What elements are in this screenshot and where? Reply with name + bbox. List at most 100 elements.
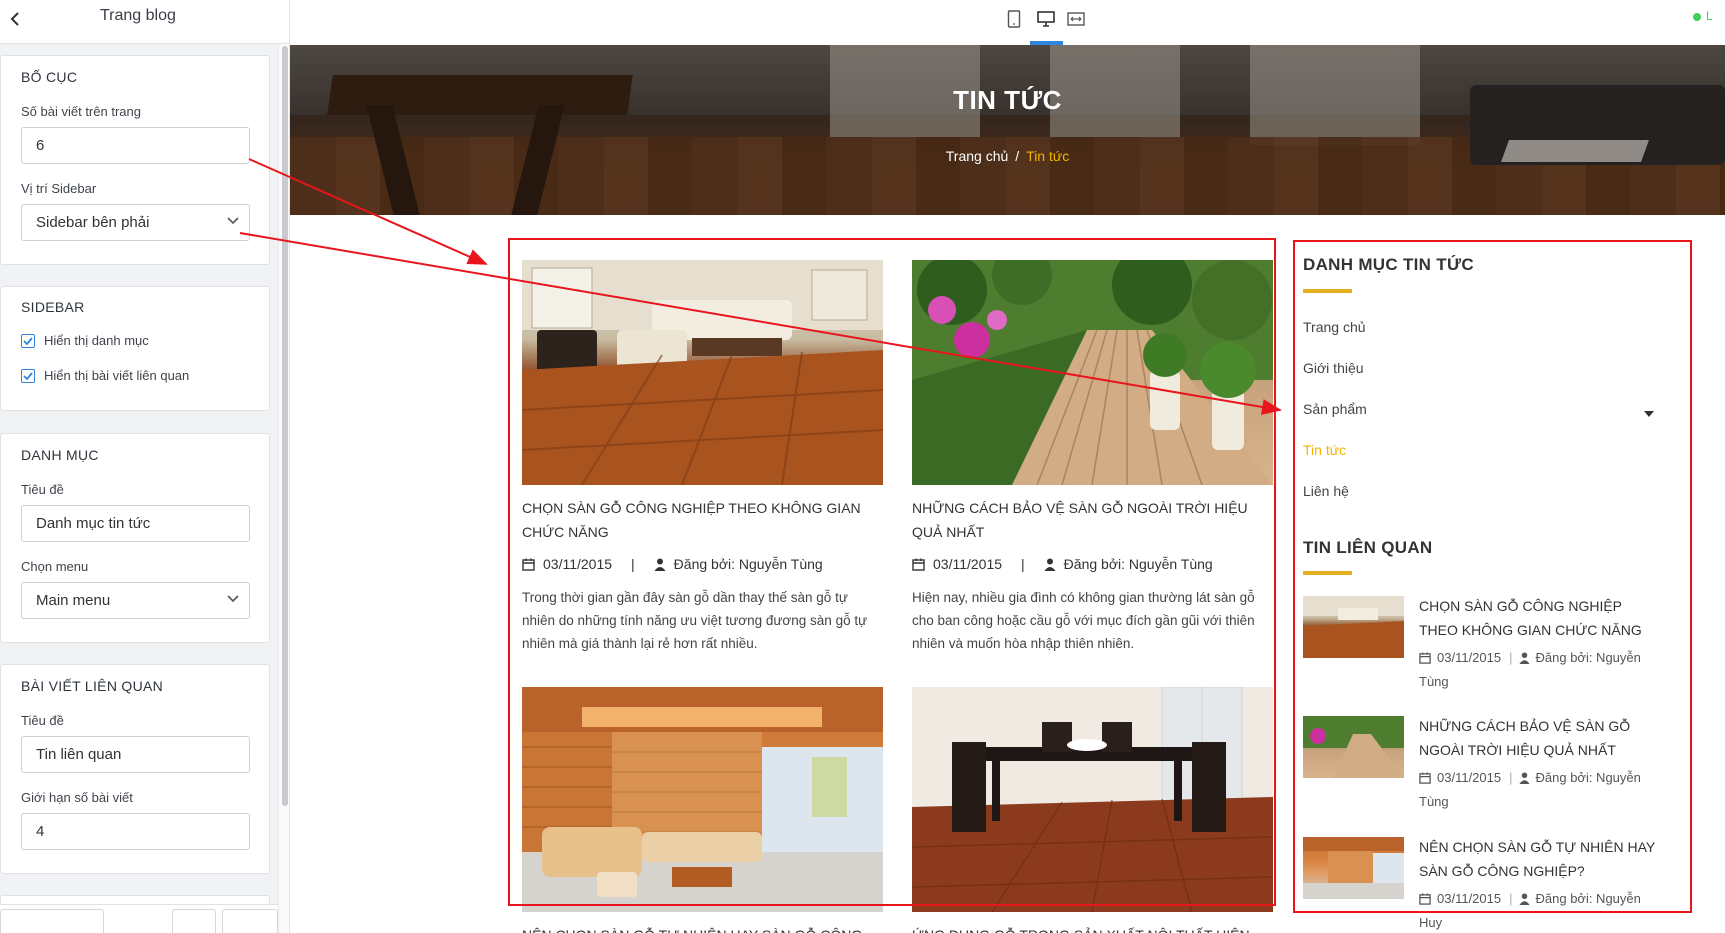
post-title-link[interactable]: NÊN CHỌN SÀN GỖ TỰ NHIÊN HAY SÀN GỖ CÔNG <box>522 923 883 933</box>
related-post-thumbnail[interactable] <box>1303 716 1404 778</box>
show-categories-row[interactable]: Hiển thị danh mục <box>21 333 149 348</box>
posts-per-page-label: Số bài viết trên trang <box>21 104 141 119</box>
show-categories-label: Hiển thị danh mục <box>44 333 149 348</box>
desktop-view-button[interactable] <box>1035 8 1057 30</box>
desktop-icon <box>1037 11 1055 27</box>
sidebar-heading: SIDEBAR <box>21 299 85 315</box>
related-title-input[interactable]: Tin liên quan <box>21 736 250 773</box>
calendar-icon <box>522 558 535 571</box>
post-image[interactable] <box>522 687 883 912</box>
living-room-thumb <box>1303 596 1404 658</box>
preview-toolbar <box>290 0 1725 45</box>
post-meta: 03/11/2015 | Đăng bởi: Nguyễn Tùng <box>912 556 1292 572</box>
related-post-date: 03/11/2015 <box>1437 891 1502 906</box>
related-post: NÊN CHỌN SÀN GỖ TỰ NHIÊN HAY SÀN GỖ CÔNG… <box>1303 837 1683 933</box>
dining-room-illustration <box>912 687 1273 912</box>
category-title-label: Tiêu đề <box>21 482 64 497</box>
related-card: BÀI VIẾT LIÊN QUAN Tiêu đề Tin liên quan… <box>0 664 270 874</box>
sidebar-position-select[interactable]: Sidebar bên phải <box>21 204 250 241</box>
post-excerpt: Trong thời gian gần đây sàn gỗ dần thay … <box>522 590 868 651</box>
sidebar-menu-news[interactable]: Tin tức <box>1303 442 1346 458</box>
posts-per-page-input[interactable]: 6 <box>21 127 250 164</box>
related-title-label: Tiêu đề <box>21 713 64 728</box>
related-post-date: 03/11/2015 <box>1437 770 1502 785</box>
sidebar-menu-about[interactable]: Giới thiệu <box>1303 360 1364 376</box>
related-limit-input[interactable]: 4 <box>21 813 250 850</box>
related-post-title-link[interactable]: CHỌN SÀN GỖ CÔNG NGHIỆP THEO KHÔNG GIAN … <box>1419 594 1664 642</box>
meta-separator: | <box>1021 556 1025 572</box>
sidebar-menu-home[interactable]: Trang chủ <box>1303 319 1366 335</box>
related-limit-value: 4 <box>36 823 45 840</box>
post-author: Đăng bởi: Nguyễn Tùng <box>1063 556 1213 572</box>
fullwidth-icon <box>1067 12 1085 26</box>
post-image[interactable] <box>522 260 883 485</box>
meta-separator: | <box>1509 650 1513 665</box>
related-post-date: 03/11/2015 <box>1437 650 1502 665</box>
user-icon <box>1044 558 1056 571</box>
meta-separator: | <box>1509 770 1513 785</box>
post-date: 03/11/2015 <box>933 556 1003 572</box>
related-post-title-link[interactable]: NÊN CHỌN SÀN GỖ TỰ NHIÊN HAY SÀN GỖ CÔNG… <box>1419 835 1664 883</box>
settings-panel: Trang blog BỐ CỤC Số bài viết trên trang… <box>0 0 290 933</box>
meta-separator: | <box>1509 891 1513 906</box>
post-title-link[interactable]: CHỌN SÀN GỖ CÔNG NGHIỆP THEO KHÔNG GIAN … <box>522 496 883 544</box>
fullwidth-view-button[interactable] <box>1065 8 1087 30</box>
category-card: DANH MỤC Tiêu đề Danh mục tin tức Chọn m… <box>0 433 270 643</box>
post-title-link[interactable]: ỨNG DỤNG GỖ TRONG SẢN XUẤT NỘI THẤT HIỆN <box>912 923 1273 933</box>
user-icon <box>1518 772 1530 784</box>
post-title-link[interactable]: NHỮNG CÁCH BẢO VỆ SÀN GỖ NGOÀI TRỜI HIỆU… <box>912 496 1273 544</box>
living-room-illustration <box>522 260 883 485</box>
chevron-down-icon <box>227 595 239 603</box>
sidebar-card: SIDEBAR Hiển thị danh mục Hiển thị bài v… <box>0 286 270 411</box>
mobile-view-button[interactable] <box>1003 8 1025 30</box>
scrollbar-thumb[interactable] <box>282 46 288 806</box>
caret-down-icon[interactable] <box>1644 411 1654 417</box>
user-icon <box>1518 652 1530 664</box>
hero-banner: TIN TỨC Trang chủ / Tin tức <box>290 45 1725 215</box>
checkmark-icon <box>23 371 33 380</box>
show-categories-checkbox[interactable] <box>21 333 35 348</box>
user-icon <box>654 558 666 571</box>
related-title-value: Tin liên quan <box>36 746 122 763</box>
category-title-input[interactable]: Danh mục tin tức <box>21 505 250 542</box>
sidebar-menu-contact[interactable]: Liên hệ <box>1303 483 1349 499</box>
footer-button[interactable] <box>0 909 104 933</box>
category-heading: DANH MỤC <box>21 447 99 463</box>
garden-deck-illustration <box>912 260 1273 485</box>
show-related-row[interactable]: Hiển thị bài viết liên quan <box>21 368 189 383</box>
menu-select-label: Chọn menu <box>21 559 89 574</box>
mobile-icon <box>1007 10 1021 28</box>
chevron-left-icon <box>10 12 19 26</box>
show-related-checkbox[interactable] <box>21 368 35 383</box>
panel-scrollbar[interactable] <box>278 44 289 933</box>
checkmark-icon <box>23 336 33 345</box>
calendar-icon <box>912 558 925 571</box>
calendar-icon <box>1419 652 1431 664</box>
menu-select[interactable]: Main menu <box>21 582 250 619</box>
related-post-thumbnail[interactable] <box>1303 596 1404 658</box>
breadcrumb-home-link[interactable]: Trang chủ <box>946 148 1009 164</box>
breadcrumb: Trang chủ / Tin tức <box>290 148 1725 164</box>
related-post: NHỮNG CÁCH BẢO VỆ SÀN GỖ NGOÀI TRỜI HIỆU… <box>1303 716 1683 816</box>
blog-sidebar: DANH MỤC TIN TỨC Trang chủ Giới thiệu Sả… <box>1293 240 1693 933</box>
post-image[interactable] <box>912 260 1273 485</box>
garden-deck-thumb <box>1303 716 1404 778</box>
layout-card: BỐ CỤC Số bài viết trên trang 6 Vị trí S… <box>0 55 270 265</box>
related-heading: BÀI VIẾT LIÊN QUAN <box>21 678 164 694</box>
meta-separator: | <box>631 556 635 572</box>
sidebar-menu-products[interactable]: Sản phẩm <box>1303 401 1367 417</box>
menu-select-value: Main menu <box>36 592 111 609</box>
posts-per-page-value: 6 <box>36 137 45 154</box>
orange-room-illustration <box>522 687 883 912</box>
post-image[interactable] <box>912 687 1273 912</box>
footer-button[interactable] <box>172 909 216 933</box>
related-post-title-link[interactable]: NHỮNG CÁCH BẢO VỆ SÀN GỖ NGOÀI TRỜI HIỆU… <box>1419 714 1664 762</box>
footer-button[interactable] <box>222 909 278 933</box>
related-post-thumbnail[interactable] <box>1303 837 1404 899</box>
status-text: L <box>1706 9 1713 23</box>
related-limit-label: Giới hạn số bài viết <box>21 790 133 805</box>
panel-footer <box>0 904 289 933</box>
calendar-icon <box>1419 893 1431 905</box>
back-button[interactable] <box>4 8 26 30</box>
user-icon <box>1518 893 1530 905</box>
